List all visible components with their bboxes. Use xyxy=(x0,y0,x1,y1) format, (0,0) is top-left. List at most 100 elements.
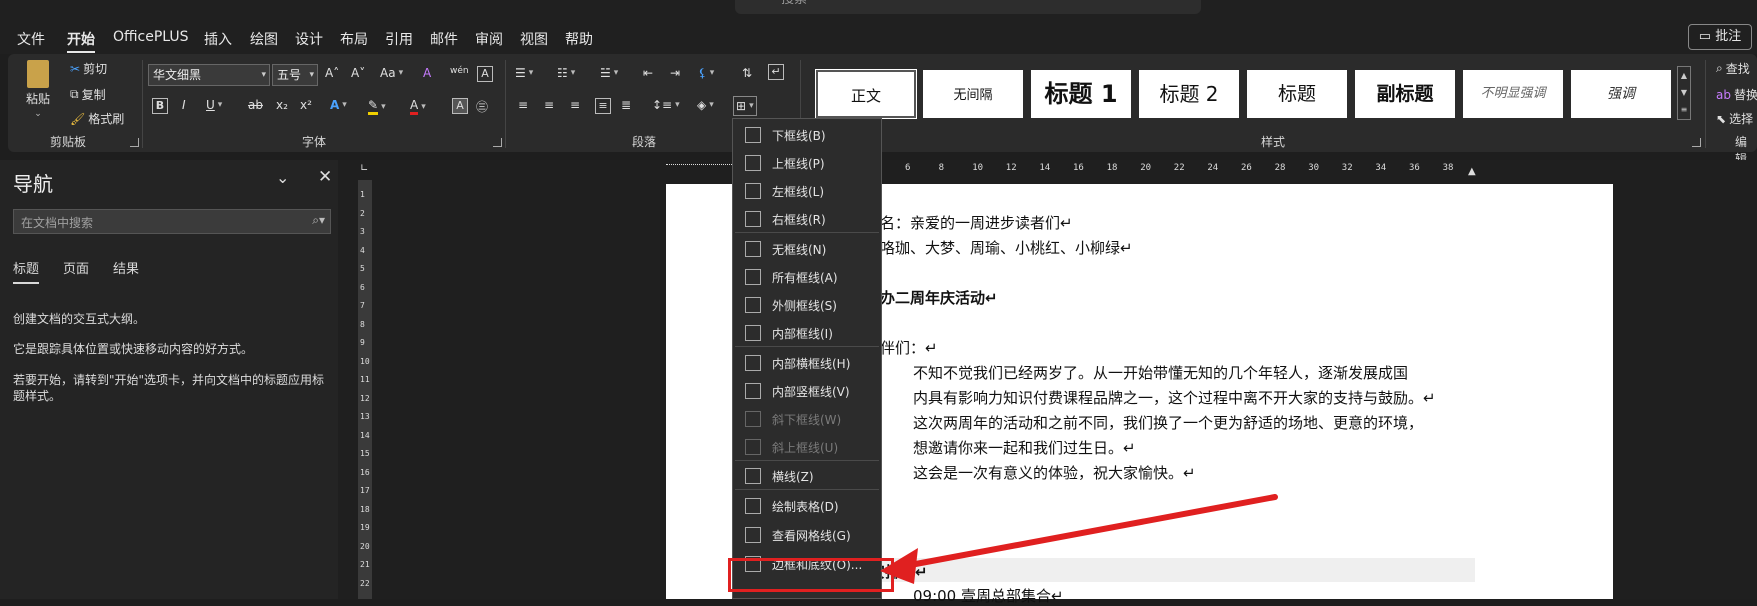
show-marks-button[interactable]: ↵ xyxy=(768,64,784,80)
border-menu-item[interactable]: 无框线(N) xyxy=(733,236,881,262)
menu-draw[interactable]: 绘图 xyxy=(250,29,278,49)
clipboard-launcher-icon[interactable] xyxy=(130,138,139,147)
font-family-select[interactable]: 华文细黑 ▾ xyxy=(148,64,270,86)
replace-button[interactable]: ab 替换 xyxy=(1716,86,1757,103)
style-heading2[interactable]: 标题 2 xyxy=(1139,70,1239,118)
chinese-layout-button[interactable]: ⚸ ▾ xyxy=(698,66,714,80)
doc-line[interactable]: 伴们：↵ xyxy=(880,337,938,358)
align-left-button[interactable]: ≡ xyxy=(518,98,528,112)
doc-line[interactable]: 想邀请你来一起和我们过生日。↵ xyxy=(913,437,1136,458)
border-menu-item[interactable]: 横线(Z) xyxy=(733,463,881,489)
styles-launcher-icon[interactable] xyxy=(1692,138,1701,147)
menu-mailings[interactable]: 邮件 xyxy=(430,29,458,49)
doc-line[interactable]: 这次两周年的活动和之前不同，我们换了一个更为舒适的场地、更意的环境， xyxy=(913,412,1423,433)
cut-button[interactable]: ✂ 剪切 xyxy=(70,60,107,77)
chevron-down-icon[interactable]: ⌄ xyxy=(276,168,289,187)
text-effects-button[interactable]: A ▾ xyxy=(330,98,347,112)
nav-tab-results[interactable]: 结果 xyxy=(113,258,139,277)
bullets-button[interactable]: ☰ ▾ xyxy=(515,66,533,80)
select-button[interactable]: ⬉ 选择 xyxy=(1716,110,1753,127)
style-title[interactable]: 标题 xyxy=(1247,70,1347,118)
doc-line[interactable]: 内具有影响力知识付费课程品牌之一，这个过程中离不开大家的支持与鼓励。↵ xyxy=(913,387,1436,408)
border-menu-item[interactable]: 左框线(L) xyxy=(733,178,881,204)
character-shading-button[interactable]: A xyxy=(452,98,468,114)
border-menu-item[interactable]: 外侧框线(S) xyxy=(733,292,881,318)
bold-button[interactable]: B xyxy=(152,98,168,114)
enclose-characters-button[interactable]: ㊂ xyxy=(476,98,488,115)
superscript-button[interactable]: x² xyxy=(300,98,312,112)
style-heading1[interactable]: 标题 1 xyxy=(1031,70,1131,118)
comment-button[interactable]: ▭ 批注 xyxy=(1688,24,1752,50)
doc-line[interactable]: 09:00 壹周总部集合↵ xyxy=(913,585,1064,606)
nav-search-input[interactable]: 在文档中搜索 ⌕▾ xyxy=(13,209,331,234)
increase-indent-button[interactable]: ⇥ xyxy=(670,66,680,80)
styles-scroll[interactable]: ▲ ▼ ≡ xyxy=(1677,66,1691,120)
search-icon[interactable]: ⌕▾ xyxy=(312,213,325,228)
distributed-button[interactable]: ≣ xyxy=(621,98,631,112)
style-emphasis[interactable]: 强调 xyxy=(1571,70,1671,118)
clear-format-button[interactable]: A xyxy=(423,66,431,80)
sort-button[interactable]: ⇅ xyxy=(742,66,752,80)
shading-button[interactable]: ◈ ▾ xyxy=(697,98,714,112)
border-menu-item[interactable]: 上框线(P) xyxy=(733,150,881,176)
menu-help[interactable]: 帮助 xyxy=(565,29,593,49)
align-right-button[interactable]: ≡ xyxy=(570,98,580,112)
font-size-select[interactable]: 五号 ▾ xyxy=(272,64,318,86)
menu-layout[interactable]: 布局 xyxy=(340,29,368,49)
border-menu-item[interactable]: 右框线(R) xyxy=(733,206,881,232)
line-spacing-button[interactable]: ↕≡ ▾ xyxy=(652,98,680,112)
subscript-button[interactable]: x₂ xyxy=(276,98,288,112)
right-indent-marker-icon[interactable]: ▲ xyxy=(1468,166,1476,177)
border-menu-item[interactable]: 下框线(B) xyxy=(733,122,881,148)
character-border-button[interactable]: A xyxy=(477,66,493,82)
doc-line[interactable]: 咯珈、大梦、周瑜、小桃红、小柳绿↵ xyxy=(880,237,1133,258)
nav-tab-pages[interactable]: 页面 xyxy=(63,258,89,277)
menu-home[interactable]: 开始 xyxy=(67,29,95,53)
border-menu-item[interactable]: 绘制表格(D) xyxy=(733,493,881,519)
doc-line[interactable]: 办二周年庆活动↵ xyxy=(880,287,998,308)
multilevel-list-button[interactable]: ☱ ▾ xyxy=(600,66,618,80)
shrink-font-button[interactable]: A˅ xyxy=(351,66,365,80)
title-search-box[interactable]: 搜索 xyxy=(735,0,1201,14)
strikethrough-button[interactable]: ab xyxy=(248,98,263,112)
close-icon[interactable]: ✕ xyxy=(318,167,332,187)
border-menu-item[interactable]: 内部框线(I) xyxy=(733,320,881,346)
decrease-indent-button[interactable]: ⇤ xyxy=(643,66,653,80)
underline-button[interactable]: U ▾ xyxy=(206,98,222,112)
tab-selector-icon[interactable]: ∟ xyxy=(360,163,368,174)
phonetic-guide-button[interactable]: wén xyxy=(450,66,469,76)
font-color-button[interactable]: A ▾ xyxy=(410,98,426,115)
border-menu-item[interactable]: 内部横框线(H) xyxy=(733,350,881,376)
menu-design[interactable]: 设计 xyxy=(295,29,323,49)
italic-button[interactable]: I xyxy=(182,98,186,112)
border-menu-item[interactable]: 内部竖框线(V) xyxy=(733,378,881,404)
style-normal[interactable]: 正文 xyxy=(815,69,917,119)
find-button[interactable]: ⌕ 查找 xyxy=(1716,60,1750,77)
numbering-button[interactable]: ☷ ▾ xyxy=(557,66,575,80)
style-no-spacing[interactable]: 无间隔 xyxy=(923,70,1023,118)
paste-button[interactable]: 粘贴 ⌄ xyxy=(26,60,50,119)
style-subtle-emphasis[interactable]: 不明显强调 xyxy=(1463,70,1563,118)
menu-file[interactable]: 文件 xyxy=(17,29,45,49)
justify-button[interactable]: ≡ xyxy=(595,98,611,114)
align-center-button[interactable]: ≡ xyxy=(544,98,554,112)
font-launcher-icon[interactable] xyxy=(493,138,502,147)
style-subtitle[interactable]: 副标题 xyxy=(1355,70,1455,118)
menu-officeplus[interactable]: OfficePLUS xyxy=(113,29,189,45)
doc-line[interactable]: 名：亲爱的一周进步读者们↵ xyxy=(880,212,1073,233)
nav-tab-headings[interactable]: 标题 xyxy=(13,258,40,284)
border-menu-item[interactable]: 所有框线(A) xyxy=(733,264,881,290)
change-case-button[interactable]: Aa ▾ xyxy=(380,66,403,80)
menu-references[interactable]: 引用 xyxy=(385,29,413,49)
highlight-button[interactable]: ✎ ▾ xyxy=(368,98,386,115)
doc-line[interactable]: 这会是一次有意义的体验，祝大家愉快。↵ xyxy=(913,462,1196,483)
borders-button[interactable]: ⊞ ▾ xyxy=(733,96,757,116)
format-painter-button[interactable]: 🖌 格式刷 xyxy=(70,110,124,127)
doc-line[interactable]: 不知不觉我们已经两岁了。从一开始带懂无知的几个年轻人，逐渐发展成国 xyxy=(913,362,1408,383)
border-menu-item[interactable]: 查看网格线(G) xyxy=(733,522,881,548)
menu-view[interactable]: 视图 xyxy=(520,29,548,49)
menu-insert[interactable]: 插入 xyxy=(204,29,232,49)
menu-review[interactable]: 审阅 xyxy=(475,29,503,49)
copy-button[interactable]: ⧉ 复制 xyxy=(70,86,106,103)
grow-font-button[interactable]: A˄ xyxy=(325,66,339,80)
